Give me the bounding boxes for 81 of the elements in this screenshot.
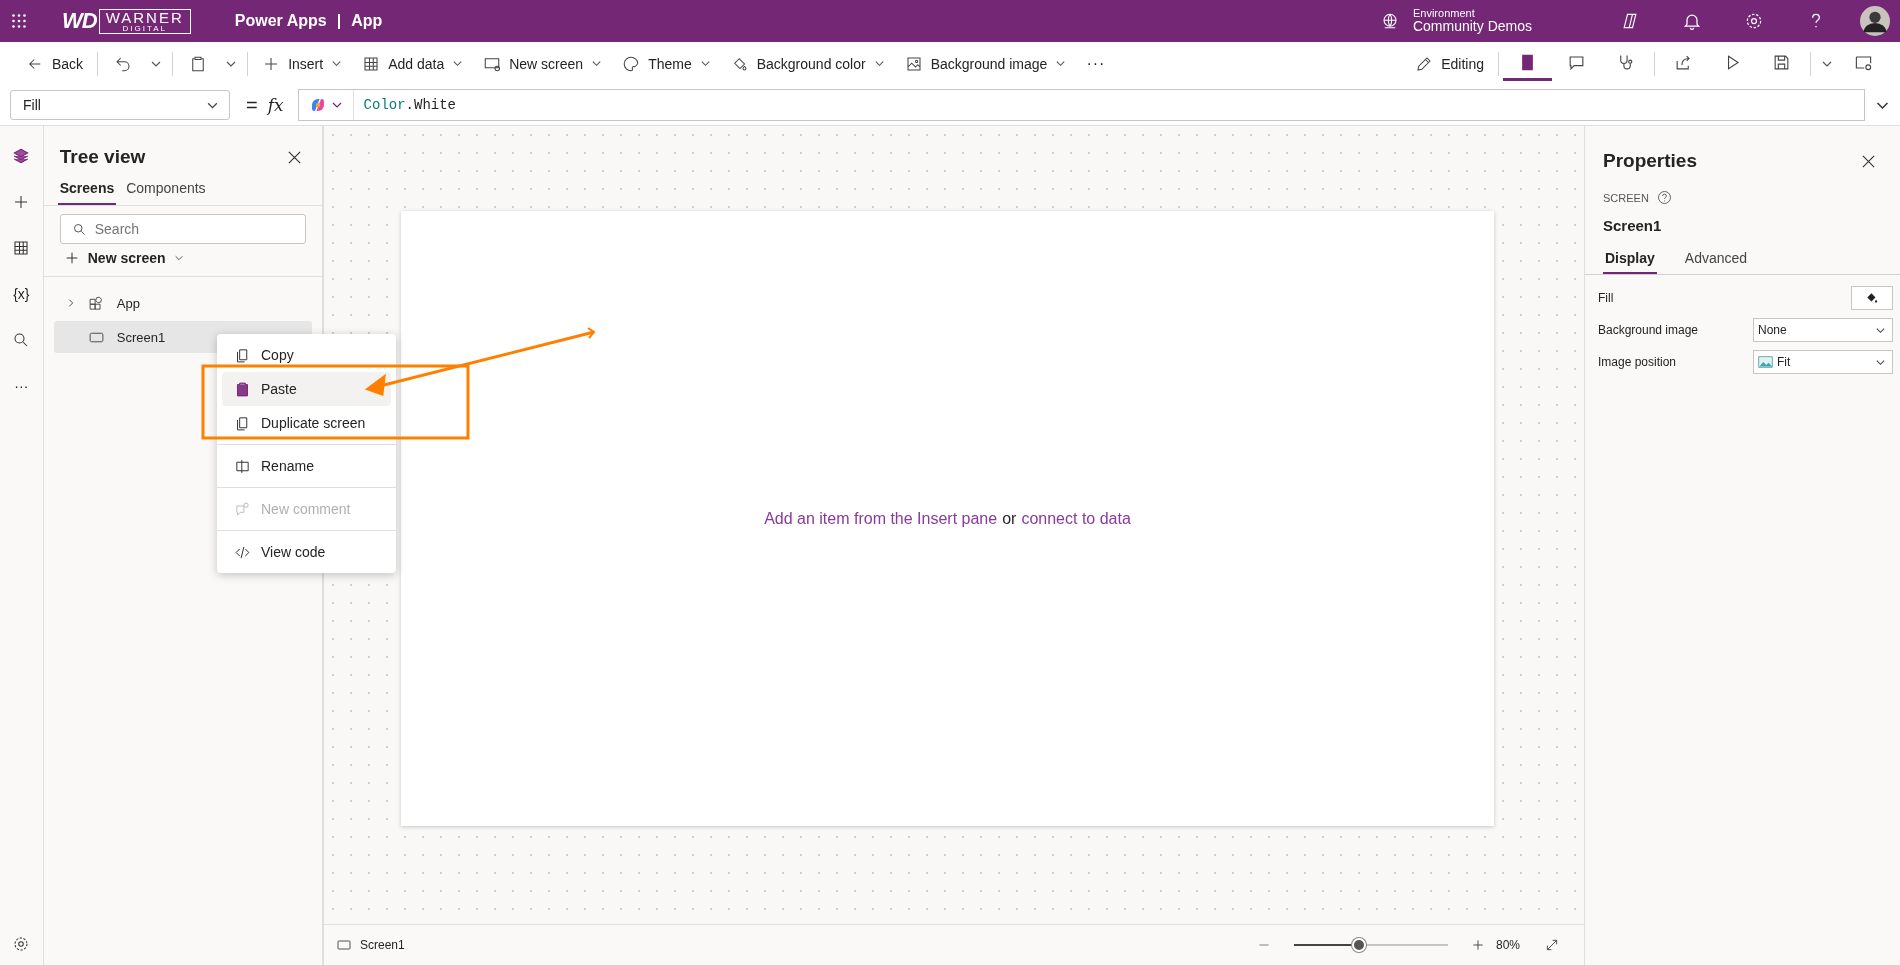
table-icon	[362, 54, 381, 73]
caret-icon	[452, 58, 464, 69]
title-separator: |	[336, 12, 342, 30]
panel-tab[interactable]: Display	[1603, 246, 1657, 274]
toolbar-button[interactable]: Back	[16, 47, 94, 80]
close-icon[interactable]	[287, 149, 302, 165]
product-name: Power Apps	[234, 12, 327, 30]
caret-icon	[1055, 58, 1067, 69]
rename-icon	[234, 457, 251, 475]
caret-icon	[873, 58, 885, 69]
menu-item[interactable]: Rename	[222, 449, 391, 483]
logo-subtitle: DIGITAL	[122, 24, 167, 33]
formula-text: Color.White	[362, 97, 456, 113]
panel-tab[interactable]: Screens	[57, 174, 117, 205]
logo-name: WARNER	[105, 9, 184, 25]
globe-icon	[1380, 12, 1399, 30]
more-button[interactable]: ···	[4, 366, 39, 406]
panel-tab[interactable]: Advanced	[1682, 246, 1750, 274]
image-icon	[904, 54, 923, 73]
property-label: Background image	[1598, 323, 1699, 337]
dropdown[interactable]: None	[1753, 318, 1893, 342]
caret-icon	[699, 58, 711, 69]
menu-item[interactable]: View code	[222, 535, 391, 569]
toolbar-button[interactable]: Add data	[352, 47, 474, 80]
paint-bucket-icon	[1865, 291, 1879, 305]
toolbar-button[interactable]: Insert	[252, 47, 353, 80]
panel-title: Properties	[1603, 150, 1697, 172]
app-launcher-icon[interactable]	[12, 14, 26, 28]
screen-name[interactable]: Screen1	[360, 938, 405, 952]
fx-label: fx	[267, 95, 284, 115]
equals-sign: =	[246, 93, 258, 117]
screen-icon	[336, 937, 352, 953]
color-picker-button[interactable]	[1851, 286, 1893, 310]
environment-name[interactable]: Community Demos	[1412, 19, 1532, 35]
caret-icon	[331, 58, 343, 69]
app-name: App	[351, 12, 383, 30]
connect-link[interactable]: connect to data	[1021, 509, 1131, 528]
toolbar-button[interactable]: Theme	[612, 47, 721, 80]
caret-icon	[173, 253, 184, 263]
settings-icon[interactable]	[12, 935, 31, 953]
zoom-slider[interactable]	[1293, 937, 1448, 953]
environment-label: Environment	[1412, 7, 1476, 20]
layers-icon	[12, 147, 31, 165]
more-button[interactable]: ···	[1076, 47, 1116, 80]
close-icon[interactable]	[1861, 153, 1876, 169]
avatar[interactable]	[1860, 6, 1890, 36]
toolbar-button[interactable]: Background color	[720, 47, 895, 80]
hint-text: Add an item from the Insert pane	[764, 509, 998, 528]
toolbar-button[interactable]: New screen	[473, 47, 613, 80]
logo-mark: WD	[62, 8, 97, 34]
control-type-label: SCREEN	[1603, 191, 1649, 204]
slider-thumb[interactable]	[1351, 938, 1366, 952]
control-name: Screen1	[1602, 216, 1663, 236]
menu-item[interactable]: Paste	[222, 372, 391, 406]
property-label: Image position	[1598, 355, 1677, 369]
variables-button[interactable]: {x}	[4, 274, 39, 314]
new-screen-button[interactable]: New screen	[43, 244, 322, 277]
property-dropdown[interactable]: Fill	[10, 90, 230, 120]
comment-icon	[234, 500, 251, 518]
hint-joiner: or	[1002, 509, 1017, 528]
panel-title: Tree view	[59, 146, 146, 168]
table-icon	[12, 239, 31, 257]
formula-field[interactable]: Color.White	[297, 89, 1865, 121]
search-field[interactable]: Search	[59, 214, 306, 244]
tree-item[interactable]: App	[53, 287, 312, 319]
caret-icon	[591, 58, 603, 69]
property-label: Fill	[1598, 291, 1614, 305]
palette-icon	[622, 54, 641, 73]
dropdown[interactable]: Fit	[1753, 350, 1893, 374]
toolbar-button[interactable]: Background image	[894, 47, 1077, 80]
app-icon	[87, 294, 105, 312]
clipboard-icon	[234, 380, 251, 398]
settings-icon[interactable]	[1744, 11, 1764, 31]
image-icon	[1758, 356, 1773, 368]
search-icon	[71, 222, 87, 237]
menu-item[interactable]: Duplicate screen	[222, 406, 391, 440]
help-icon[interactable]	[1656, 190, 1672, 205]
editing-button[interactable]: Editing	[1405, 47, 1494, 80]
expand-icon[interactable]	[1544, 937, 1560, 953]
panel-tab[interactable]: Components	[124, 174, 208, 205]
zoom-reading: 80%	[1495, 938, 1520, 952]
